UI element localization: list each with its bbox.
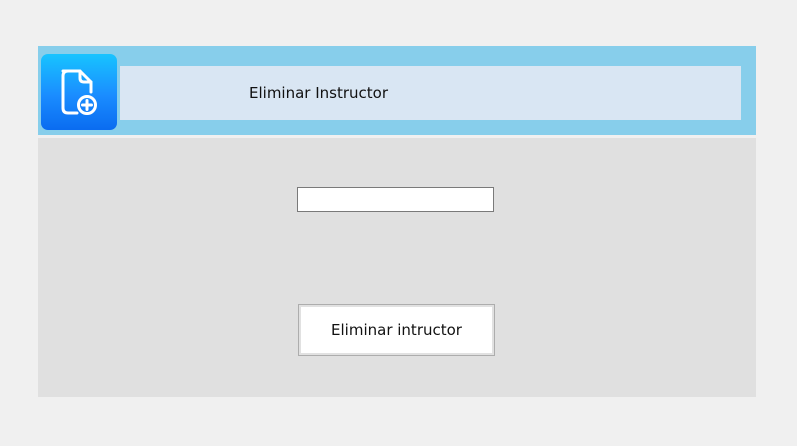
instructor-input[interactable] [297,187,494,212]
add-document-icon [41,54,117,130]
app-window: Eliminar Instructor Eliminar intructor [38,46,756,397]
header-bar: Eliminar Instructor [38,46,756,135]
delete-instructor-button[interactable]: Eliminar intructor [298,304,495,356]
form-panel [38,138,756,397]
title-panel [120,66,741,120]
add-document-icon-graphic [61,69,97,115]
page-title: Eliminar Instructor [249,84,388,102]
